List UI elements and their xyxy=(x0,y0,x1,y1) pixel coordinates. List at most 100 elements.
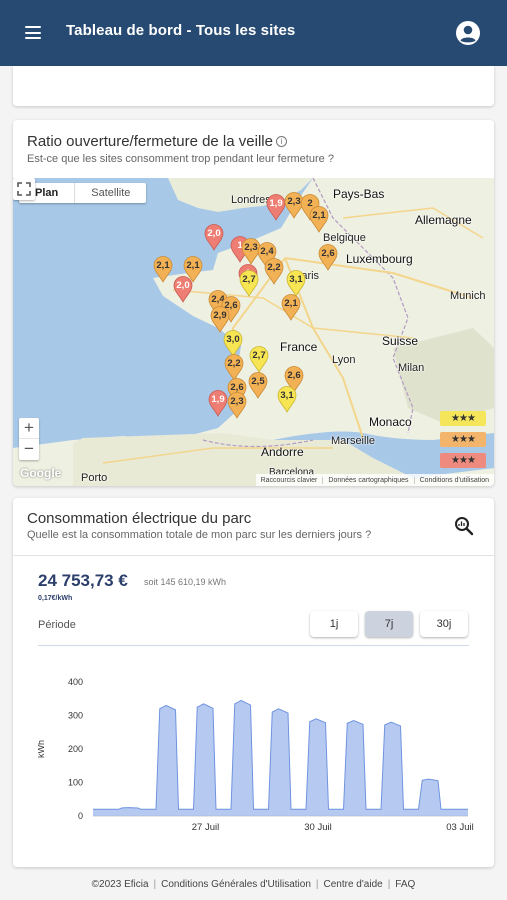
legend-one-star: ★★★ xyxy=(440,453,486,468)
account-circle-icon[interactable] xyxy=(455,20,481,46)
help-center-link[interactable]: Centre d'aide xyxy=(324,879,383,890)
site-marker[interactable]: 2,2 xyxy=(264,258,284,285)
total-kwh: soit 145 610,19 kWh xyxy=(144,577,227,587)
previous-card xyxy=(13,66,494,106)
legend-stars: ★★★ xyxy=(451,434,476,445)
place-label: Pays-Bas xyxy=(333,187,385,201)
faq-link[interactable]: FAQ xyxy=(395,879,415,890)
place-label: Munich xyxy=(450,290,486,302)
site-marker[interactable]: 2,1 xyxy=(281,294,301,321)
site-marker[interactable]: 2,9 xyxy=(210,306,230,333)
site-marker[interactable]: 1,9 xyxy=(266,194,286,221)
fullscreen-icon[interactable] xyxy=(13,178,35,200)
x-tick-label: 30 Juil xyxy=(304,822,331,833)
place-label: Marseille xyxy=(331,435,376,447)
site-marker[interactable]: 3,1 xyxy=(277,386,297,413)
site-marker-value: 2,0 xyxy=(207,228,221,239)
place-label: France xyxy=(280,340,318,354)
site-marker-value: 2,2 xyxy=(227,358,241,369)
site-marker[interactable]: 3,0 xyxy=(223,330,243,357)
period-7j-button[interactable]: 7j xyxy=(365,611,413,637)
site-marker-value: 2,1 xyxy=(186,260,200,271)
site-marker-value: 2,0 xyxy=(176,280,190,291)
map-attribution: Raccourcis clavier Données cartographiqu… xyxy=(255,474,494,486)
menu-icon[interactable] xyxy=(25,26,41,39)
site-marker-value: 1,9 xyxy=(211,394,225,405)
footer: ©2023 Eficia | Conditions Générales d'Util… xyxy=(91,879,416,890)
site-marker-value: 3,1 xyxy=(289,274,303,285)
map-satellite-button[interactable]: Satellite xyxy=(74,183,146,203)
site-marker-value: 3,1 xyxy=(280,390,294,401)
consumption-chart: 0 100 200 300 400 kWh 27 Juil 30 Juil 03 Juil xyxy=(38,677,474,833)
unit-price: 0,17€/kWh xyxy=(38,595,73,602)
site-marker-value: 2,5 xyxy=(251,376,265,387)
site-marker-value: 2,4 xyxy=(260,246,274,257)
chart-divider xyxy=(38,645,469,646)
y-tick-label: 300 xyxy=(68,711,83,721)
place-label: Milan xyxy=(398,362,425,374)
y-axis-label: kWh xyxy=(38,740,46,758)
map-type-toggle: Plan Satellite xyxy=(19,183,147,203)
site-marker[interactable]: 2,6 xyxy=(318,244,338,271)
cgu-link[interactable]: Conditions Générales d'Utilisation xyxy=(161,879,311,890)
site-marker-value: 2,6 xyxy=(287,370,301,381)
legend-stars: ★★★ xyxy=(451,455,476,466)
y-tick-label: 400 xyxy=(68,677,83,687)
legend-three-stars: ★★★ xyxy=(440,411,486,426)
site-marker[interactable]: 2,7 xyxy=(249,346,269,373)
site-marker[interactable]: 2,0 xyxy=(204,224,224,251)
site-marker[interactable]: 2,7 xyxy=(239,270,259,297)
copyright: ©2023 Eficia xyxy=(91,879,149,890)
site-marker-value: 2,1 xyxy=(284,298,298,309)
site-marker-value: 1,9 xyxy=(269,198,283,209)
site-marker-value: 2,1 xyxy=(156,260,170,271)
site-marker[interactable]: 2,1 xyxy=(153,256,173,283)
card-divider xyxy=(13,555,494,556)
consumption-card: Consommation électrique du parc Quelle e… xyxy=(13,498,494,867)
site-marker[interactable]: 3,1 xyxy=(286,270,306,297)
period-label: Période xyxy=(38,619,76,631)
zoom-controls: + − xyxy=(19,418,39,460)
site-marker[interactable]: 2,3 xyxy=(227,392,247,419)
site-marker-value: 2,7 xyxy=(252,350,266,361)
ratio-card: Ratio ouverture/fermeture de la veille i … xyxy=(13,120,494,486)
site-marker[interactable]: 2,1 xyxy=(309,206,329,233)
place-label: Suisse xyxy=(382,334,419,348)
zoom-in-button[interactable]: + xyxy=(19,418,39,439)
place-label: Porto xyxy=(81,472,108,484)
site-marker-value: 2,2 xyxy=(267,262,281,273)
map[interactable]: Plan Satellite Londres Pays-Bas Allemagn… xyxy=(13,178,494,486)
site-marker[interactable]: 1,9 xyxy=(208,390,228,417)
period-1j-button[interactable]: 1j xyxy=(310,611,358,637)
y-tick-label: 100 xyxy=(68,778,83,788)
ratio-card-subtitle: Est-ce que les sites consomment trop pen… xyxy=(27,153,334,165)
site-marker[interactable]: 2,0 xyxy=(173,276,193,303)
keyboard-shortcuts-link[interactable]: Raccourcis clavier xyxy=(256,477,323,484)
ratio-card-title: Ratio ouverture/fermeture de la veille i xyxy=(27,133,287,150)
google-logo: Google xyxy=(20,466,62,480)
place-label: Luxembourg xyxy=(346,252,413,266)
map-data-link[interactable]: Données cartographiques xyxy=(322,476,413,484)
legend-two-stars: ★★★ xyxy=(440,432,486,447)
total-cost: 24 753,73 € xyxy=(38,571,128,590)
consumption-card-title: Consommation électrique du parc xyxy=(27,510,252,527)
site-marker[interactable]: 2,5 xyxy=(248,372,268,399)
zoom-chart-icon[interactable] xyxy=(454,516,474,536)
period-30j-button[interactable]: 30j xyxy=(420,611,468,637)
site-marker-value: 2,3 xyxy=(230,396,244,407)
consumption-area xyxy=(93,700,468,816)
y-tick-label: 200 xyxy=(68,744,83,754)
terms-link[interactable]: Conditions d'utilisation xyxy=(413,476,494,484)
info-icon[interactable]: i xyxy=(275,136,287,147)
site-marker-value: 2,6 xyxy=(321,248,335,259)
site-marker-value: 3,0 xyxy=(226,334,240,345)
site-marker-value: 2,7 xyxy=(242,274,256,285)
site-marker-value: 2,1 xyxy=(312,210,326,221)
place-label: Allemagne xyxy=(415,213,472,227)
zoom-out-button[interactable]: − xyxy=(19,439,39,460)
app-bar: Tableau de bord - Tous les sites xyxy=(0,0,507,66)
ratio-card-title-text: Ratio ouverture/fermeture de la veille xyxy=(27,133,273,150)
place-label: Monaco xyxy=(369,415,412,429)
site-marker-value: 2,9 xyxy=(213,310,227,321)
site-marker[interactable]: 2,2 xyxy=(224,354,244,381)
